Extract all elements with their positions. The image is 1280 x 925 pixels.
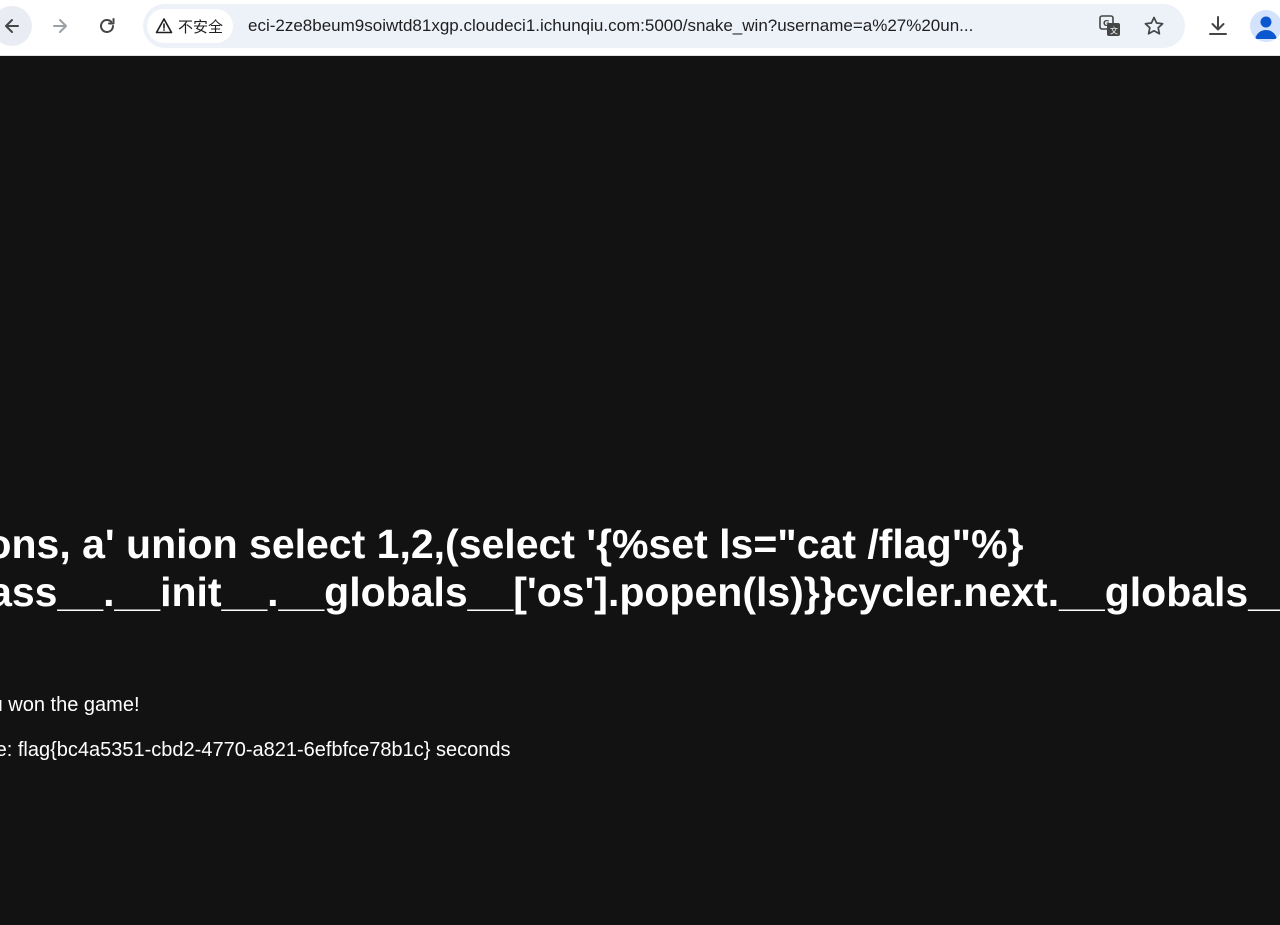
warning-triangle-icon [155,18,173,34]
won-message: You won the game! [0,694,140,716]
reload-icon [100,18,115,33]
time-message: Your time: flag{bc4a5351-cbd2-4770-a821-… [0,739,511,761]
reload-button[interactable] [87,6,127,46]
svg-text:文: 文 [1110,26,1118,36]
congratulations-heading: Congratulations, a' union select 1,2,(se… [0,520,1280,616]
security-label: 不安全 [178,17,224,36]
download-icon [1209,16,1227,35]
page-content: Congratulations, a' union select 1,2,(se… [0,57,1280,925]
download-button[interactable] [1202,10,1234,42]
svg-text:G: G [1103,19,1110,28]
arrow-right-icon [53,19,67,33]
translate-button[interactable]: G 文 [1095,11,1125,41]
star-icon [1144,16,1164,35]
back-button[interactable] [0,6,32,46]
translate-icon: G 文 [1099,15,1120,36]
profile-avatar-icon [1255,16,1277,39]
arrow-left-icon [5,19,19,33]
heading-line-2: {{config.__class__.__init__.__globals__[… [0,569,1280,615]
security-chip[interactable]: 不安全 [147,9,234,43]
address-bar[interactable]: 不安全 eci-2ze8beum9soiwtd81xgp.cloudeci1.i… [143,4,1185,48]
profile-button[interactable] [1250,10,1280,42]
bookmark-button[interactable] [1139,11,1169,41]
forward-button[interactable] [40,6,80,46]
heading-line-1: Congratulations, a' union select 1,2,(se… [0,521,1024,567]
browser-toolbar: 不安全 eci-2ze8beum9soiwtd81xgp.cloudeci1.i… [0,0,1280,56]
url-text[interactable]: eci-2ze8beum9soiwtd81xgp.cloudeci1.ichun… [248,4,1083,48]
